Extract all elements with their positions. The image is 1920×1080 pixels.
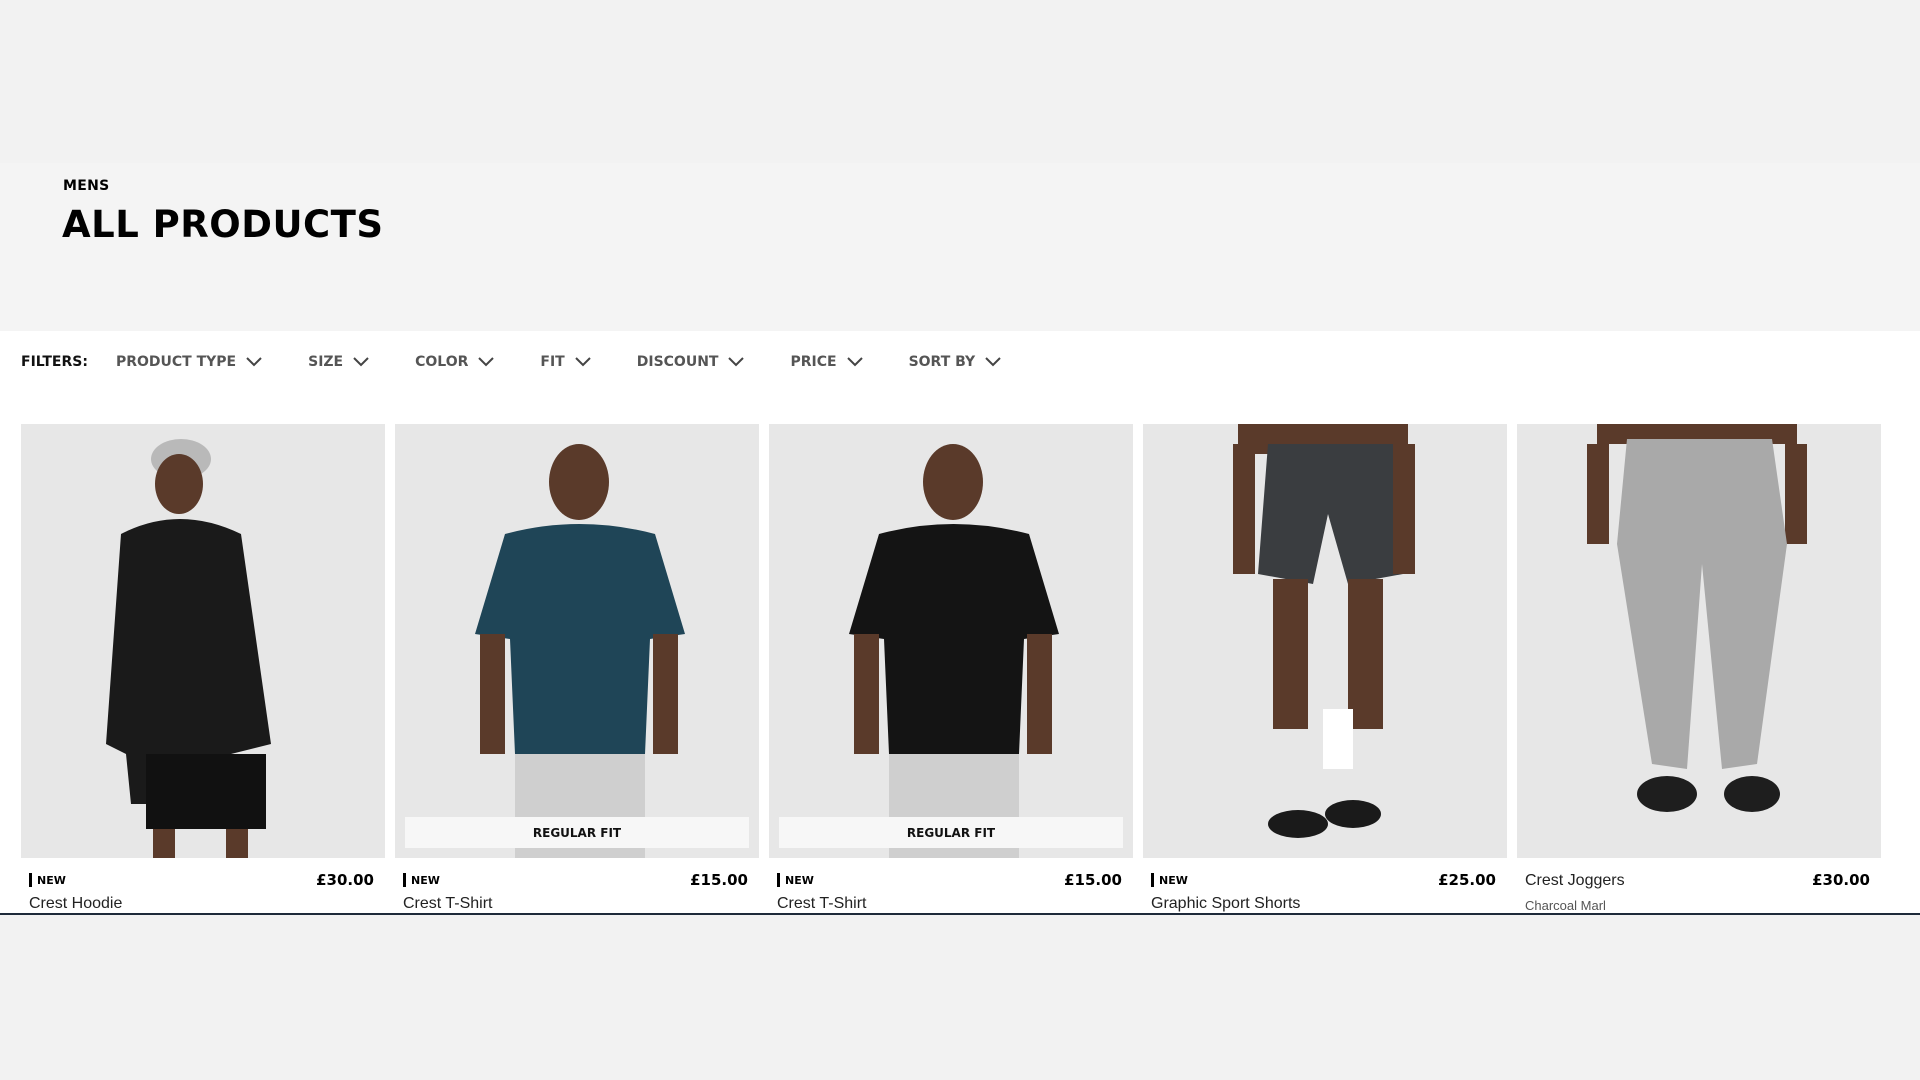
product-image[interactable] [1517,424,1881,858]
filter-label: SIZE [308,354,344,370]
filter-color[interactable]: COLOR [415,354,495,370]
filter-label: COLOR [415,354,469,370]
filter-label: FIT [540,354,565,370]
filter-bar: FILTERS: PRODUCT TYPE SIZE COLOR FIT DIS… [21,351,1047,373]
new-tag: NEW [1151,873,1188,887]
product-info: NEW £15.00 Crest T-Shirt [769,858,1133,913]
product-price: £30.00 [316,871,374,889]
product-color: Charcoal Marl [1525,898,1606,913]
product-card-crest-joggers[interactable]: £30.00 Crest Joggers Charcoal Marl [1517,424,1881,913]
product-photo-t-shirt [475,444,685,858]
chevron-down-icon [478,357,495,367]
product-photo-hoodie [106,439,271,858]
fit-badge: REGULAR FIT [779,817,1123,848]
product-info: NEW £15.00 Crest T-Shirt [395,858,759,913]
chevron-down-icon [846,357,863,367]
chevron-down-icon [728,357,745,367]
product-image[interactable] [1143,424,1507,858]
product-photo-t-shirt [849,444,1059,858]
filter-discount[interactable]: DISCOUNT [637,354,745,370]
filter-product-type[interactable]: PRODUCT TYPE [116,354,262,370]
filter-label: DISCOUNT [636,354,719,370]
product-info: NEW £30.00 Crest Hoodie [21,858,385,913]
product-price: £30.00 [1812,871,1870,889]
filter-size[interactable]: SIZE [308,354,369,370]
product-name[interactable]: Crest T-Shirt [403,895,493,913]
product-name[interactable]: Crest Hoodie [29,895,122,913]
fit-badge: REGULAR FIT [405,817,749,848]
filter-sort-by[interactable]: SORT BY [909,354,1002,370]
new-tag: NEW [29,873,66,887]
new-tag: NEW [777,873,814,887]
filter-fit[interactable]: FIT [540,354,591,370]
category-header [0,163,1920,331]
product-name[interactable]: Crest Joggers [1525,872,1625,890]
product-image[interactable]: REGULAR FIT [395,424,759,858]
product-photo-joggers [1587,424,1807,812]
product-card-crest-t-shirt[interactable]: REGULAR FIT NEW £15.00 Crest T-Shirt [395,424,759,913]
product-card-crest-hoodie[interactable]: NEW £30.00 Crest Hoodie [21,424,385,913]
filters-label: FILTERS: [21,354,88,370]
filter-price[interactable]: PRICE [790,354,863,370]
chevron-down-icon [246,357,262,367]
filter-label: PRODUCT TYPE [115,354,237,370]
new-tag: NEW [403,873,440,887]
product-card-crest-t-shirt[interactable]: REGULAR FIT NEW £15.00 Crest T-Shirt [769,424,1133,913]
product-name[interactable]: Crest T-Shirt [777,895,867,913]
product-card-graphic-sport-shorts[interactable]: NEW £25.00 Graphic Sport Shorts [1143,424,1507,913]
filter-label: PRICE [790,354,837,370]
product-price: £15.00 [690,871,748,889]
product-grid: NEW £30.00 Crest Hoodie REGULAR FIT NEW … [21,424,1881,913]
product-info: £30.00 Crest Joggers Charcoal Marl [1517,858,1881,913]
product-image[interactable] [21,424,385,858]
chevron-down-icon [353,357,369,367]
chevron-down-icon [985,357,1001,367]
filter-label: SORT BY [908,354,976,370]
chevron-down-icon [575,357,591,367]
product-price: £25.00 [1438,871,1496,889]
product-photo-shorts [1233,424,1415,838]
product-image[interactable]: REGULAR FIT [769,424,1133,858]
product-name[interactable]: Graphic Sport Shorts [1151,895,1300,913]
breadcrumb[interactable]: MENS [63,178,110,194]
product-info: NEW £25.00 Graphic Sport Shorts [1143,858,1507,913]
page-title: ALL PRODUCTS [62,203,384,246]
product-price: £15.00 [1064,871,1122,889]
